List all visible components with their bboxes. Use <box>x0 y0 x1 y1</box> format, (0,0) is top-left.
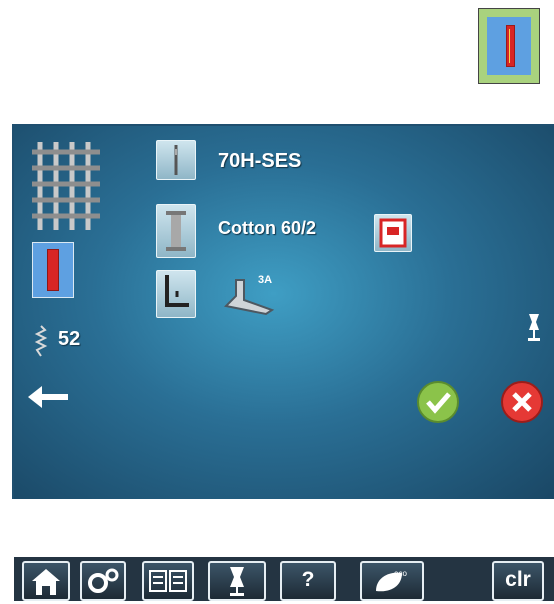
sewing-consultant-button[interactable] <box>208 561 266 601</box>
stitch-length-icon <box>34 325 48 357</box>
hoop-icon <box>379 218 407 248</box>
needle-icon <box>174 145 178 175</box>
needle-type-label: 70H-SES <box>218 150 302 172</box>
eco-button[interactable]: eco <box>360 561 424 601</box>
presser-foot-button[interactable] <box>156 270 196 318</box>
home-icon <box>32 569 60 595</box>
setup-button[interactable] <box>80 561 126 601</box>
cancel-button[interactable] <box>500 380 544 424</box>
presser-foot-icon <box>165 275 189 307</box>
thread-type-label: Cotton 60/2 <box>218 218 317 238</box>
sewing-machine-screen: 52 70H-SES Cotton 60/2 3A ? eco clr <box>12 124 554 601</box>
buttonhole-selector-button[interactable] <box>32 242 74 298</box>
thread-spool-icon <box>166 211 186 251</box>
stitch-number: 52 <box>58 328 81 350</box>
eco-leaf-icon <box>376 572 402 592</box>
confirm-button[interactable] <box>416 380 460 424</box>
buttonhole-preview-thumbnail <box>478 8 540 84</box>
back-arrow-button[interactable] <box>24 380 74 414</box>
buttonhole-preview-inner <box>487 17 531 75</box>
buttonhole-icon <box>506 25 515 67</box>
help-button[interactable]: ? <box>280 561 336 601</box>
needle-button[interactable] <box>156 140 196 180</box>
presser-foot-number: 3A <box>258 274 273 286</box>
dress-form-icon <box>528 314 540 341</box>
eco-label: eco <box>394 569 407 578</box>
clear-button[interactable]: clr <box>492 561 544 601</box>
dress-form-icon <box>230 567 244 596</box>
book-icon <box>149 570 187 592</box>
home-button[interactable] <box>22 561 70 601</box>
hoop-button[interactable] <box>374 214 412 252</box>
fabric-weave-icon <box>32 142 100 230</box>
tutorial-button[interactable] <box>142 561 194 601</box>
gear-icon <box>88 568 119 593</box>
thread-button[interactable] <box>156 204 196 258</box>
buttonhole-icon <box>47 249 59 291</box>
